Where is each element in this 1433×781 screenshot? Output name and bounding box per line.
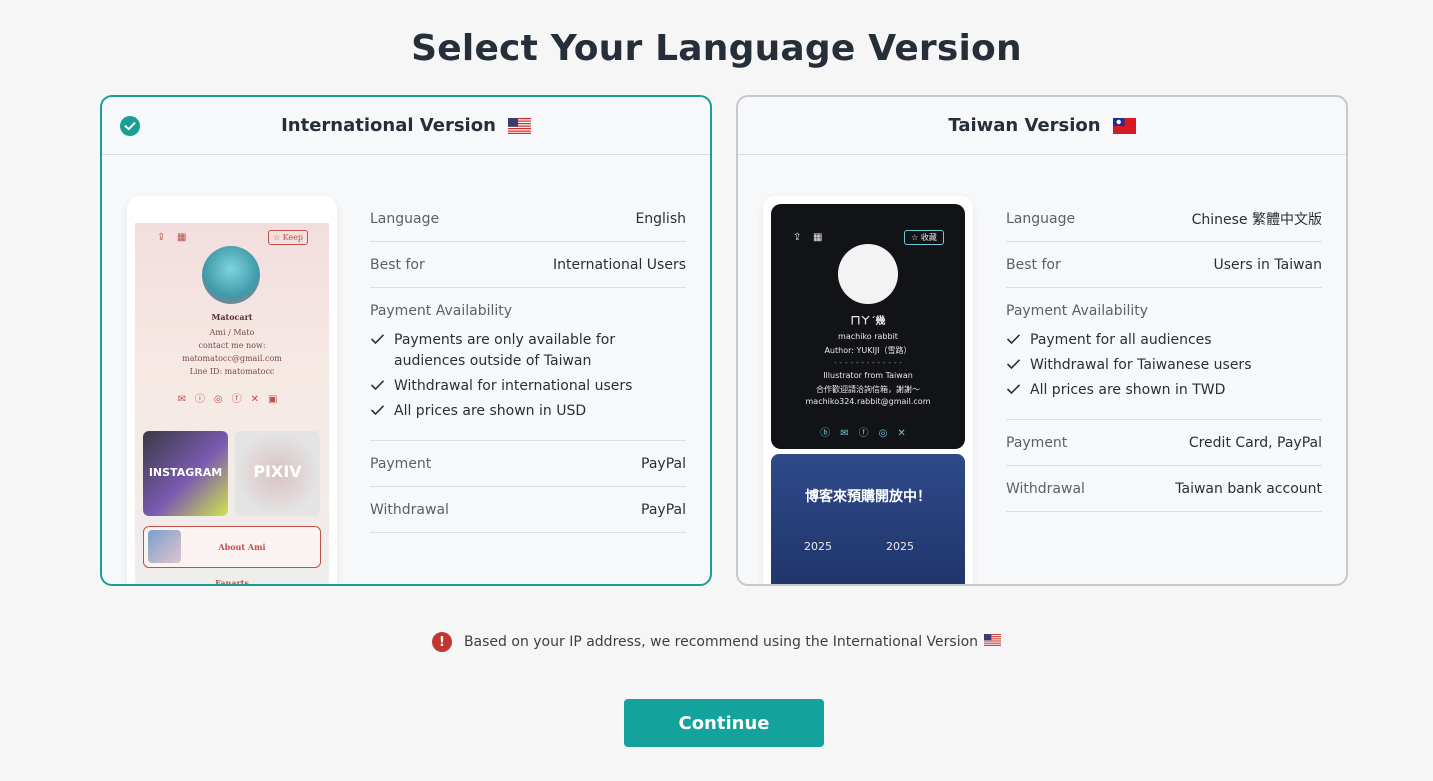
alert-icon: ! bbox=[431, 632, 452, 652]
bestfor-value: Users in Taiwan bbox=[1213, 256, 1322, 273]
profile-line: machiko324.rabbit@gmail.com bbox=[805, 397, 931, 406]
poster-image bbox=[771, 454, 965, 584]
payment-value: Credit Card, PayPal bbox=[1188, 434, 1322, 451]
avatar bbox=[838, 244, 898, 304]
payment-availability: Payment Availability Payment for all aud… bbox=[1006, 288, 1322, 420]
withdrawal-value: Taiwan bank account bbox=[1175, 480, 1322, 497]
profile-line: - - - - - - - - - - - - - bbox=[833, 358, 903, 367]
profile-line: matomatocc@gmail.com bbox=[182, 354, 282, 363]
taiwan-version-card[interactable]: Taiwan Version ⇪ ▦ ☆ 收藏 ㄇㄚˊ幾 machiko rab… bbox=[736, 95, 1348, 586]
avatar bbox=[202, 246, 260, 304]
pixiv-tile-label: PIXIV bbox=[253, 462, 302, 481]
payment-availability-label: Payment Availability bbox=[370, 303, 513, 319]
withdrawal-row: Withdrawal Taiwan bank account bbox=[1006, 466, 1322, 512]
availability-text: Payments are only available for audience… bbox=[394, 332, 616, 369]
availability-item: Payment for all audiences bbox=[1006, 330, 1322, 351]
international-version-card[interactable]: International Version ⇪ ▦ ☆ Keep Matocar… bbox=[100, 95, 712, 586]
poster-title: 博客來預購開放中！ bbox=[805, 489, 931, 505]
share-icon: ⇪ bbox=[157, 232, 166, 243]
check-icon bbox=[370, 334, 385, 345]
taiwan-details: Language Chinese 繁體中文版 Best for Users in… bbox=[1006, 196, 1322, 512]
availability-item: Payments are only available for audience… bbox=[370, 330, 686, 372]
payment-row: Payment Credit Card, PayPal bbox=[1006, 420, 1322, 466]
qr-icon: ▦ bbox=[177, 232, 187, 243]
continue-button[interactable]: Continue bbox=[624, 699, 824, 747]
language-row: Language Chinese 繁體中文版 bbox=[1006, 196, 1322, 242]
withdrawal-label: Withdrawal bbox=[370, 501, 449, 518]
language-label: Language bbox=[1006, 210, 1076, 227]
availability-text: All prices are shown in TWD bbox=[1030, 382, 1226, 398]
page-title: Select Your Language Version bbox=[411, 28, 1022, 69]
taiwan-preview-phone: ⇪ ▦ ☆ 收藏 ㄇㄚˊ幾 machiko rabbit Author: YUK… bbox=[763, 196, 973, 584]
availability-item: Withdrawal for Taiwanese users bbox=[1006, 355, 1322, 376]
availability-text: All prices are shown in USD bbox=[394, 403, 587, 419]
social-icons: ✉ⓘ◎ⓕ✕▣ bbox=[177, 394, 287, 405]
card-title: International Version bbox=[281, 115, 496, 136]
payment-label: Payment bbox=[1006, 434, 1068, 451]
bestfor-row: Best for Users in Taiwan bbox=[1006, 242, 1322, 288]
language-label: Language bbox=[370, 210, 440, 227]
fanarts-label: Fanarts bbox=[215, 578, 249, 586]
keep-button: ☆ Keep bbox=[268, 230, 308, 245]
us-flag-icon bbox=[984, 634, 1002, 650]
bestfor-row: Best for International Users bbox=[370, 242, 686, 288]
payment-value: PayPal bbox=[641, 455, 686, 472]
card-title: Taiwan Version bbox=[948, 115, 1101, 136]
payment-availability-label: Payment Availability bbox=[1006, 303, 1149, 319]
language-value: English bbox=[635, 210, 686, 227]
card-header: Taiwan Version bbox=[738, 97, 1346, 155]
profile-line: contact me now: bbox=[198, 341, 266, 350]
profile-line: machiko rabbit bbox=[838, 332, 898, 341]
poster-year: 2025 bbox=[804, 540, 832, 553]
availability-text: Withdrawal for Taiwanese users bbox=[1030, 357, 1252, 373]
availability-text: Withdrawal for international users bbox=[394, 378, 633, 394]
keep-button: ☆ 收藏 bbox=[904, 230, 944, 245]
language-value: Chinese 繁體中文版 bbox=[1191, 211, 1322, 228]
about-thumbnail bbox=[148, 530, 181, 563]
payment-label: Payment bbox=[370, 455, 432, 472]
profile-line: 合作歡迎請洽詢信箱，謝謝～ bbox=[816, 385, 920, 394]
check-icon bbox=[370, 405, 385, 416]
profile-line: Ami / Mato bbox=[209, 328, 255, 337]
withdrawal-label: Withdrawal bbox=[1006, 480, 1085, 497]
bestfor-value: International Users bbox=[552, 256, 686, 273]
availability-item: All prices are shown in TWD bbox=[1006, 380, 1322, 401]
availability-text: Payment for all audiences bbox=[1030, 332, 1212, 348]
profile-name: Matocart bbox=[211, 312, 253, 322]
bestfor-label: Best for bbox=[370, 256, 425, 273]
check-icon bbox=[1006, 334, 1021, 345]
international-details: Language English Best for International … bbox=[370, 196, 686, 533]
profile-line: Author: YUKIJI（雪路） bbox=[824, 346, 912, 355]
taiwan-flag-icon bbox=[1112, 117, 1136, 134]
social-icons: ⓑ✉ⓕ◎✕ bbox=[820, 428, 916, 439]
check-icon bbox=[1006, 359, 1021, 370]
share-icon: ⇪ bbox=[793, 232, 802, 243]
check-icon bbox=[370, 380, 385, 391]
payment-row: Payment PayPal bbox=[370, 441, 686, 487]
profile-name: ㄇㄚˊ幾 bbox=[850, 316, 886, 327]
check-icon bbox=[1006, 384, 1021, 395]
language-row: Language English bbox=[370, 196, 686, 242]
about-label: About Ami bbox=[218, 542, 266, 552]
card-header: International Version bbox=[102, 97, 710, 155]
availability-item: All prices are shown in USD bbox=[370, 401, 686, 422]
withdrawal-row: Withdrawal PayPal bbox=[370, 487, 686, 533]
bestfor-label: Best for bbox=[1006, 256, 1061, 273]
poster-year: 2025 bbox=[886, 540, 914, 553]
us-flag-icon bbox=[507, 117, 531, 134]
instagram-tile-label: INSTAGRAM bbox=[148, 466, 223, 479]
availability-item: Withdrawal for international users bbox=[370, 376, 686, 397]
international-preview-phone: ⇪ ▦ ☆ Keep Matocart Ami / Mato contact m… bbox=[127, 196, 337, 586]
withdrawal-value: PayPal bbox=[641, 501, 686, 518]
profile-line: Line ID: matomatocc bbox=[189, 367, 275, 376]
selected-check-icon bbox=[120, 116, 140, 136]
qr-icon: ▦ bbox=[813, 232, 823, 243]
payment-availability: Payment Availability Payments are only a… bbox=[370, 288, 686, 441]
notice-text: Based on your IP address, we recommend u… bbox=[463, 634, 979, 650]
profile-line: Illustrator from Taiwan bbox=[823, 371, 913, 380]
ip-recommendation-notice: ! Based on your IP address, we recommend… bbox=[0, 632, 1433, 652]
